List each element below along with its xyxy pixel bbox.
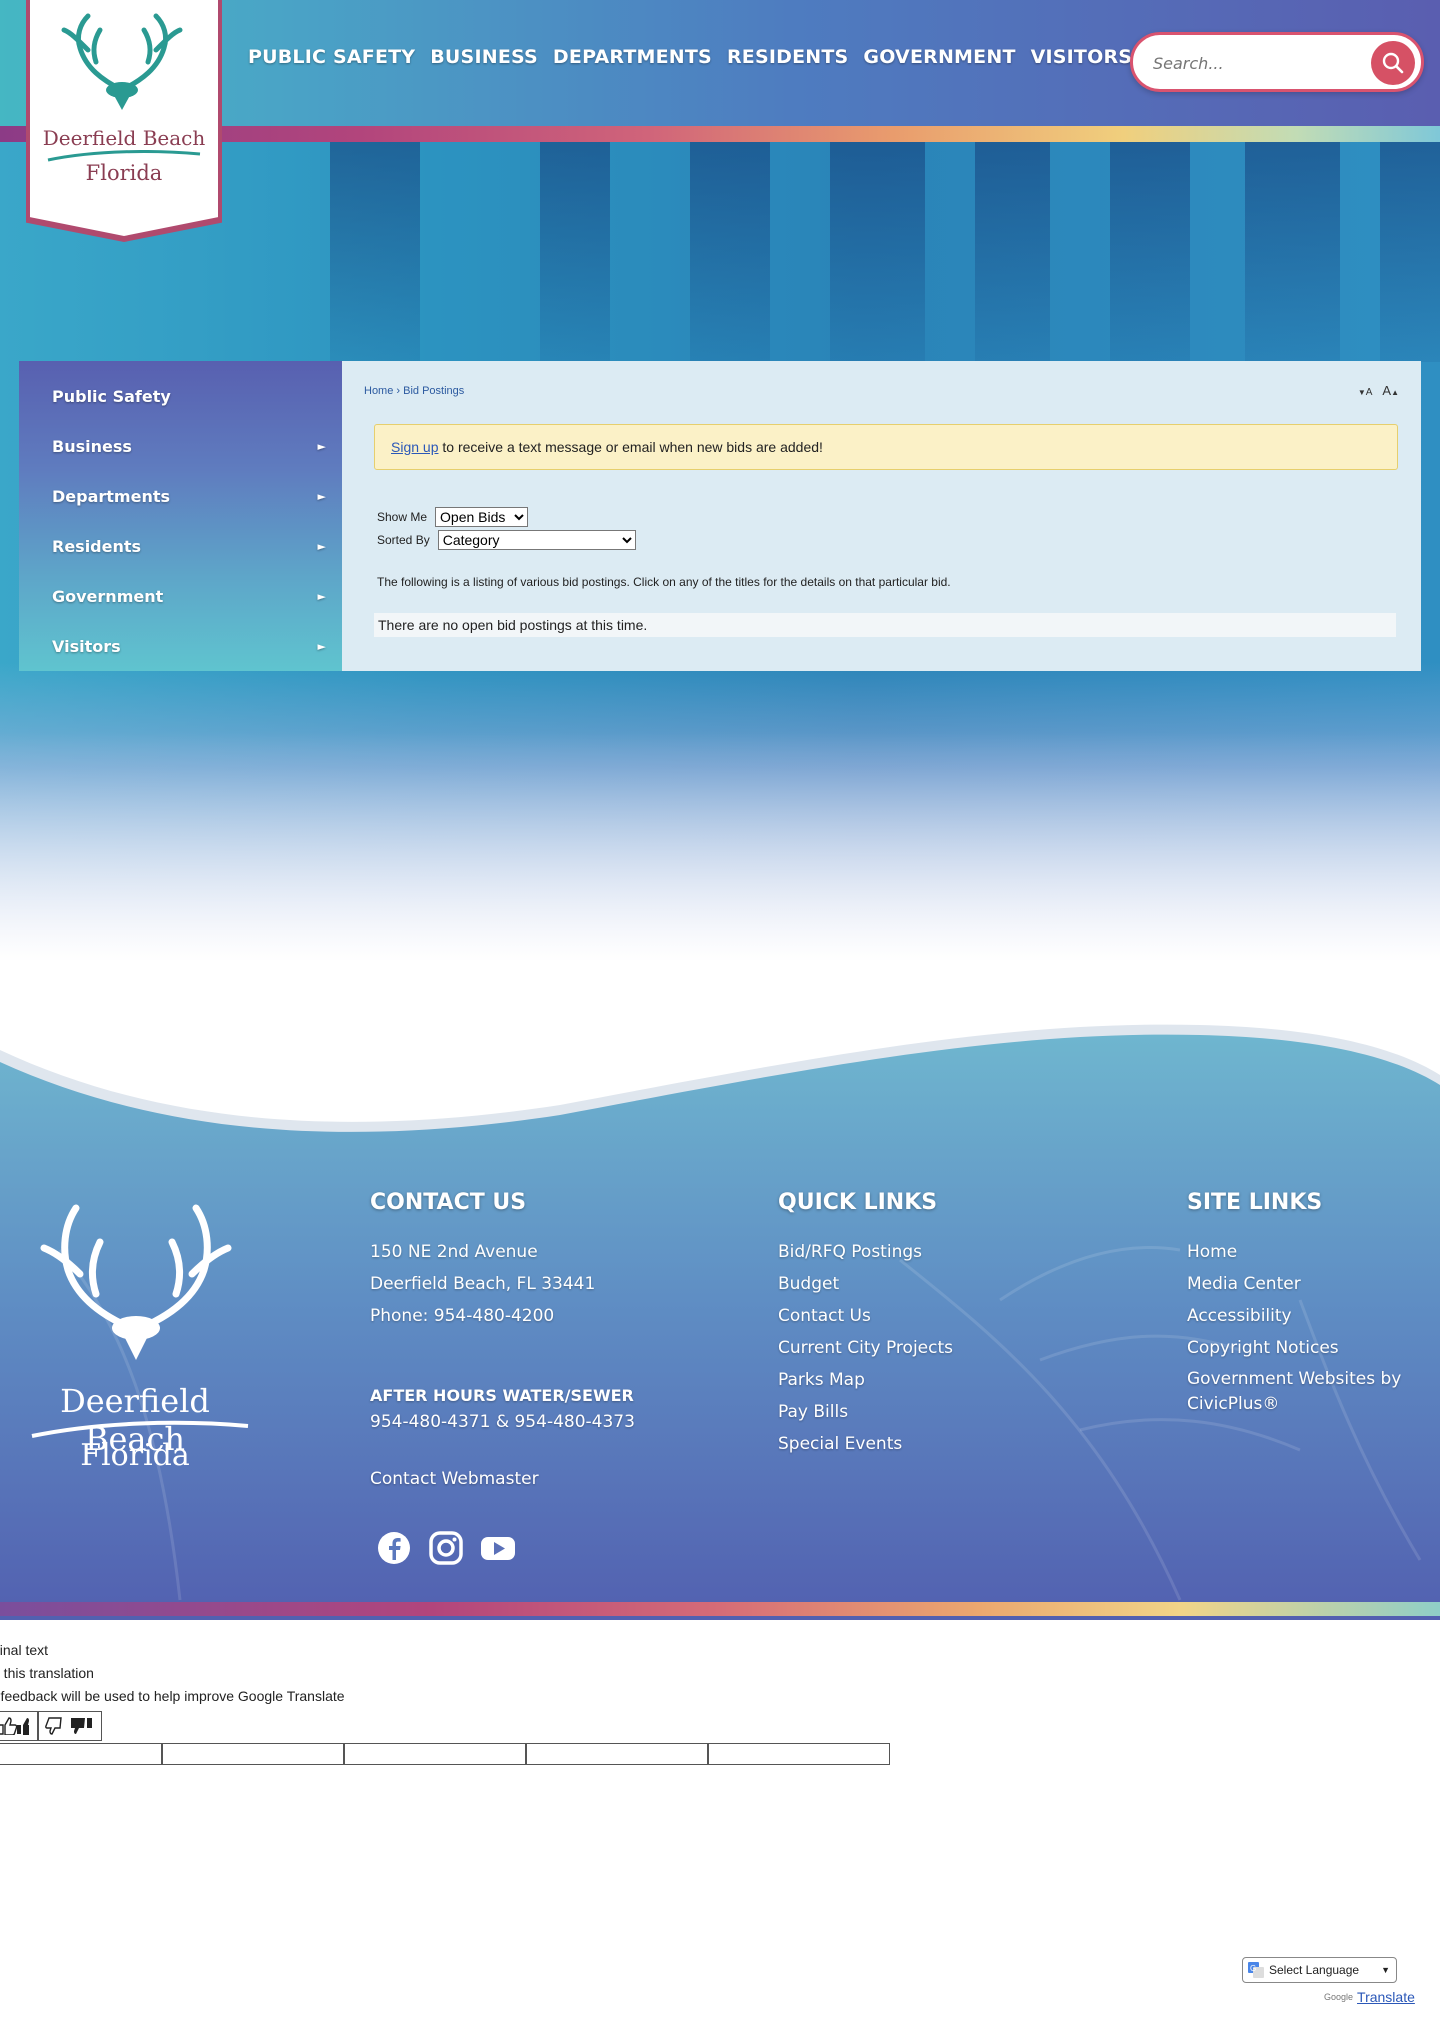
submenu-arrow-icon[interactable]: ► — [318, 490, 326, 503]
search-button[interactable] — [1371, 41, 1415, 85]
site-links-heading: SITE LINKS — [1187, 1190, 1323, 1215]
nav-visitors[interactable]: VISITORS — [1031, 46, 1133, 68]
facebook-icon[interactable] — [376, 1530, 412, 1566]
deer-antler-logo-icon — [61, 13, 183, 110]
nav-residents[interactable]: RESIDENTS — [727, 46, 848, 68]
submenu-arrow-icon[interactable]: ► — [318, 590, 326, 603]
submenu-arrow-icon[interactable]: ► — [318, 640, 326, 653]
thumbs-down-icon — [45, 1717, 92, 1735]
logo-name: Deerfield Beach — [42, 126, 206, 150]
main-navigation: PUBLIC SAFETY BUSINESS DEPARTMENTS RESID… — [248, 46, 1147, 68]
submenu-arrow-icon[interactable]: ► — [318, 440, 326, 453]
translate-original-text: ginal text — [0, 1642, 49, 1658]
footer-logo-subtitle: Florida — [80, 1438, 190, 1473]
contact-webmaster-link[interactable]: Contact Webmaster — [370, 1463, 539, 1495]
google-translate-icon: G — [1248, 1962, 1264, 1978]
powered-by-google: Google Translate — [1324, 1989, 1415, 2005]
show-me-label: Show Me — [377, 510, 428, 524]
quick-links-list: Bid/RFQ Postings Budget Contact Us Curre… — [778, 1236, 953, 1460]
show-me-filter: Show Me Open Bids — [377, 507, 529, 527]
svg-text:G: G — [1250, 1964, 1256, 1973]
show-me-select[interactable]: Open Bids — [435, 507, 529, 527]
address-line-2: Deerfield Beach, FL 33441 — [370, 1274, 596, 1294]
breadcrumb: Home › Bid Postings — [364, 385, 465, 397]
social-links — [376, 1530, 516, 1566]
translate-box[interactable] — [0, 1743, 162, 1765]
quick-links-heading: QUICK LINKS — [778, 1190, 938, 1215]
sidebar-item-business[interactable]: Business ► — [19, 421, 342, 471]
footer-deer-logo-icon — [40, 1204, 232, 1360]
youtube-icon[interactable] — [480, 1530, 516, 1566]
nav-departments[interactable]: DEPARTMENTS — [553, 46, 712, 68]
logo-subtitle: Florida — [85, 161, 163, 185]
empty-bids-message: There are no open bid postings at this t… — [374, 613, 1396, 637]
chevron-down-icon: ▼ — [1381, 1965, 1390, 1975]
language-select[interactable]: G Select Language ▼ — [1242, 1957, 1397, 1983]
translate-box[interactable] — [162, 1743, 344, 1765]
thumbs-up-icon — [0, 1717, 29, 1735]
sidebar-item-residents[interactable]: Residents ► — [19, 521, 342, 571]
translate-suggestion-boxes — [0, 1743, 890, 1765]
search-icon — [1382, 52, 1404, 74]
nav-government[interactable]: GOVERNMENT — [863, 46, 1015, 68]
listing-description: The following is a listing of various bi… — [377, 575, 951, 589]
nav-business[interactable]: BUSINESS — [430, 46, 538, 68]
thumbs-down-button[interactable] — [38, 1711, 102, 1741]
translate-feedback-text: r feedback will be used to help improve … — [0, 1688, 345, 1704]
address-line-1: 150 NE 2nd Avenue — [370, 1242, 538, 1262]
after-hours-phones[interactable]: 954-480-4371 & 954-480-4373 — [370, 1406, 635, 1438]
translate-rate-text: e this translation — [0, 1665, 94, 1681]
decrease-font-button[interactable]: ▼A — [1358, 383, 1373, 398]
thumbs-up-button[interactable] — [0, 1711, 38, 1741]
increase-font-button[interactable]: A▲ — [1382, 383, 1399, 398]
search-box — [1130, 32, 1424, 92]
translate-vote-buttons — [0, 1711, 102, 1741]
breadcrumb-current[interactable]: Bid Postings — [403, 385, 464, 397]
sidebar-item-departments[interactable]: Departments ► — [19, 471, 342, 521]
phone-number[interactable]: Phone: 954-480-4200 — [370, 1300, 595, 1332]
footer-color-stripe — [0, 1602, 1440, 1616]
quick-link-special-events[interactable]: Special Events — [778, 1428, 953, 1460]
site-link-home[interactable]: Home — [1187, 1236, 1427, 1268]
quick-link-pay-bills[interactable]: Pay Bills — [778, 1396, 953, 1428]
translate-box[interactable] — [708, 1743, 890, 1765]
search-input[interactable] — [1153, 49, 1353, 77]
quick-link-budget[interactable]: Budget — [778, 1268, 953, 1300]
font-size-controls: ▼A A▲ — [1358, 383, 1399, 398]
instagram-icon[interactable] — [428, 1530, 464, 1566]
sidebar-item-visitors[interactable]: Visitors ► — [19, 621, 342, 671]
quick-link-city-projects[interactable]: Current City Projects — [778, 1332, 953, 1364]
submenu-arrow-icon[interactable]: ► — [318, 540, 326, 553]
translate-box[interactable] — [344, 1743, 526, 1765]
quick-link-parks-map[interactable]: Parks Map — [778, 1364, 953, 1396]
nav-public-safety[interactable]: PUBLIC SAFETY — [248, 46, 415, 68]
contact-info: 150 NE 2nd Avenue Deerfield Beach, FL 33… — [370, 1236, 595, 1332]
translate-link[interactable]: Translate — [1357, 1989, 1415, 2005]
quick-link-bid-rfq[interactable]: Bid/RFQ Postings — [778, 1236, 953, 1268]
quick-link-contact-us[interactable]: Contact Us — [778, 1300, 953, 1332]
after-hours-info: AFTER HOURS WATER/SEWER 954-480-4371 & 9… — [370, 1380, 635, 1438]
site-link-copyright[interactable]: Copyright Notices — [1187, 1332, 1427, 1364]
translate-box[interactable] — [526, 1743, 708, 1765]
signup-link[interactable]: Sign up — [391, 439, 438, 455]
sorted-by-select[interactable]: Category — [437, 530, 636, 550]
sidebar-item-government[interactable]: Government ► — [19, 571, 342, 621]
sorted-by-filter: Sorted By Category — [377, 530, 636, 550]
sidebar-navigation: Public Safety Business ► Departments ► R… — [19, 361, 342, 671]
site-links-list: Home Media Center Accessibility Copyrigh… — [1187, 1236, 1427, 1417]
sorted-by-label: Sorted By — [377, 533, 430, 547]
site-link-civicplus[interactable]: Government Websites by CivicPlus® — [1187, 1367, 1427, 1417]
breadcrumb-home[interactable]: Home — [364, 385, 393, 397]
footer-logo-swoosh-icon — [31, 1420, 249, 1438]
site-link-accessibility[interactable]: Accessibility — [1187, 1300, 1427, 1332]
contact-heading: CONTACT US — [370, 1190, 527, 1215]
site-link-media-center[interactable]: Media Center — [1187, 1268, 1427, 1300]
signup-notice: Sign up to receive a text message or ema… — [374, 424, 1398, 470]
bid-postings-panel: Home › Bid Postings ▼A A▲ Sign up to rec… — [342, 361, 1421, 671]
sidebar-item-public-safety[interactable]: Public Safety — [19, 371, 342, 421]
